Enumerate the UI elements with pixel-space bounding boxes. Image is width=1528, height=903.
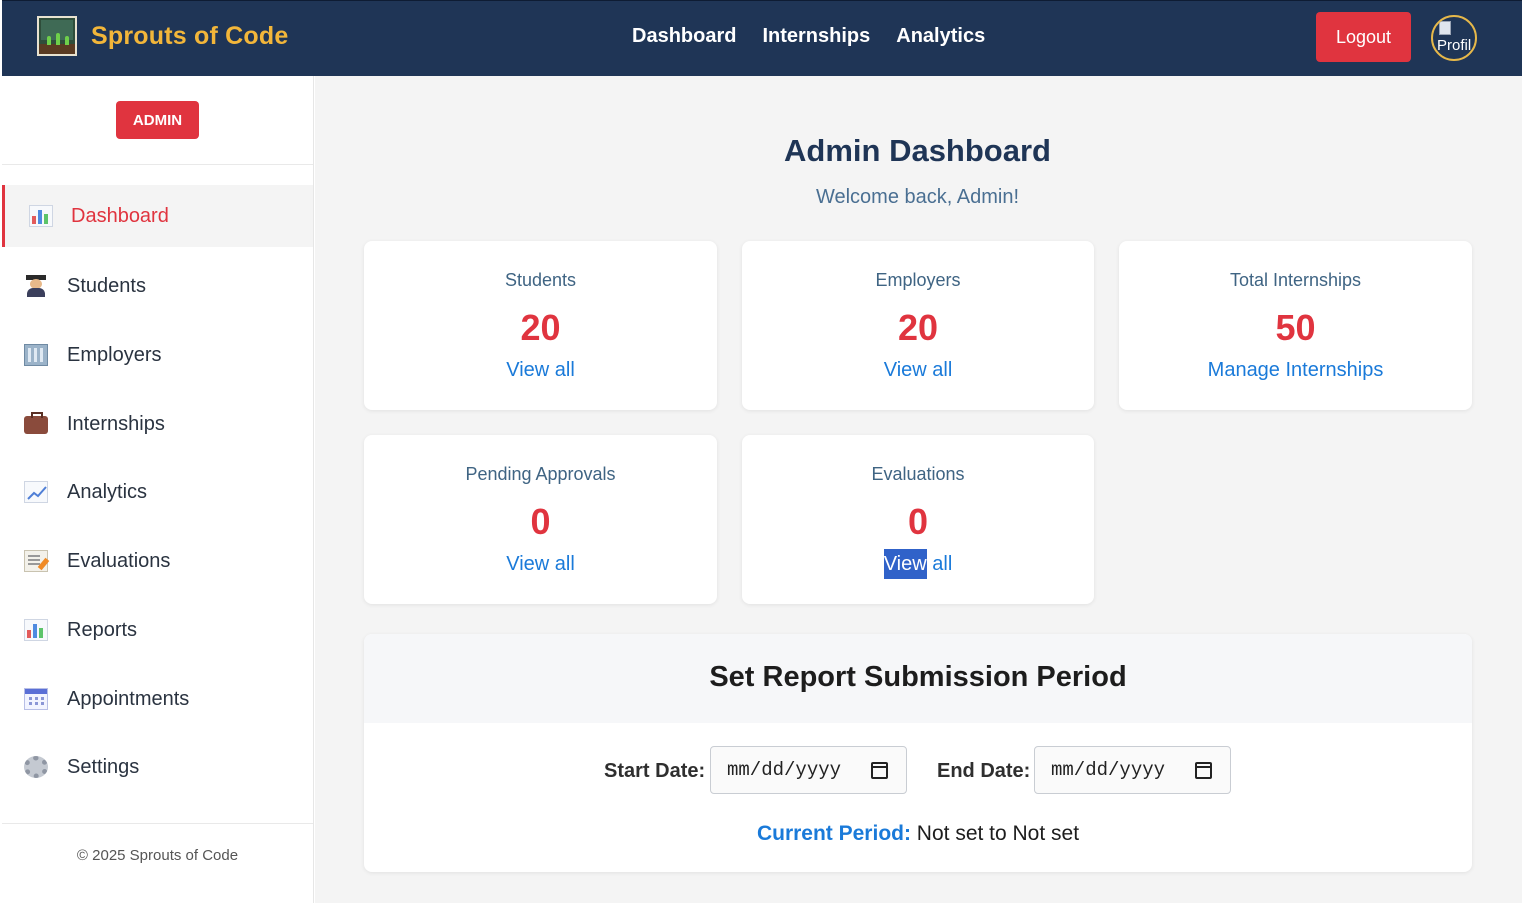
brand[interactable]: Sprouts of Code — [37, 16, 288, 56]
brand-name: Sprouts of Code — [91, 21, 289, 50]
sidebar-divider — [2, 164, 313, 165]
sidebar-item-label: Employers — [67, 343, 162, 366]
card-value: 0 — [530, 501, 551, 542]
stat-card-pending-approvals: Pending Approvals 0 View all — [364, 435, 717, 604]
calendar-picker-icon[interactable] — [871, 762, 888, 779]
building-icon — [24, 344, 48, 366]
card-title: Total Internships — [1229, 270, 1362, 290]
sidebar-item-reports[interactable]: Reports — [2, 599, 313, 661]
sidebar-item-label: Reports — [67, 618, 138, 641]
card-title: Pending Approvals — [465, 464, 616, 484]
sidebar-item-label: Analytics — [67, 480, 148, 503]
bar-chart-icon — [29, 205, 53, 227]
card-title: Employers — [875, 270, 961, 290]
nav-dashboard[interactable]: Dashboard — [632, 25, 736, 48]
current-period: Current Period: Not set to Not set — [364, 822, 1472, 846]
sidebar: ADMIN Dashboard Students Employers Inter… — [2, 76, 314, 903]
manage-internships-link[interactable]: Manage Internships — [1119, 359, 1472, 382]
sidebar-item-employers[interactable]: Employers — [2, 324, 313, 386]
view-all-evaluations-link[interactable]: View all — [742, 549, 1094, 579]
sidebar-item-analytics[interactable]: Analytics — [2, 461, 313, 523]
current-period-value: Not set to Not set — [910, 822, 1080, 845]
stat-card-students: Students 20 View all — [364, 241, 717, 410]
profile-alt-text: Profil — [1437, 37, 1472, 54]
welcome-message: Welcome back, Admin! — [815, 186, 1020, 208]
logout-button[interactable]: Logout — [1316, 12, 1411, 62]
card-value: 20 — [520, 307, 561, 348]
end-date-label: End Date: — [937, 760, 1031, 782]
card-value: 20 — [897, 307, 939, 348]
start-date-input[interactable]: mm/dd/yyyy — [710, 746, 907, 794]
nav-analytics[interactable]: Analytics — [896, 25, 985, 48]
sidebar-item-label: Evaluations — [67, 549, 171, 572]
sidebar-item-appointments[interactable]: Appointments — [2, 668, 313, 730]
date-placeholder: mm/dd/yyyy — [1051, 759, 1166, 781]
view-all-employers-link[interactable]: View all — [742, 359, 1094, 382]
sidebar-divider — [2, 823, 313, 824]
calendar-icon — [24, 688, 48, 710]
selected-text: View — [883, 549, 927, 579]
top-nav: Dashboard Internships Analytics — [632, 25, 985, 48]
sidebar-item-internships[interactable]: Internships — [2, 393, 313, 455]
view-all-students-link[interactable]: View all — [364, 359, 717, 382]
date-placeholder: mm/dd/yyyy — [727, 759, 842, 781]
stat-card-internships: Total Internships 50 Manage Internships — [1119, 241, 1472, 410]
gear-icon — [24, 756, 48, 778]
card-title: Students — [504, 270, 577, 290]
card-value: 0 — [907, 501, 929, 542]
stat-card-evaluations: Evaluations 0 View all — [742, 435, 1094, 604]
bar-chart-icon — [24, 619, 48, 641]
top-navbar: Sprouts of Code Dashboard Internships An… — [2, 0, 1522, 76]
sidebar-item-label: Students — [67, 274, 146, 297]
start-date-label: Start Date: — [604, 760, 706, 782]
stat-card-employers: Employers 20 View all — [742, 241, 1094, 410]
sidebar-item-dashboard[interactable]: Dashboard — [2, 185, 313, 247]
briefcase-icon — [24, 412, 48, 434]
current-period-label: Current Period: — [756, 822, 911, 845]
sidebar-item-label: Internships — [67, 412, 165, 435]
sidebar-item-settings[interactable]: Settings — [2, 736, 313, 798]
link-text: all — [926, 553, 953, 575]
view-all-approvals-link[interactable]: View all — [364, 553, 717, 576]
broken-image-icon — [1439, 21, 1451, 35]
calendar-picker-icon[interactable] — [1195, 762, 1212, 779]
card-value: 50 — [1275, 307, 1316, 348]
page-title: Admin Dashboard — [784, 133, 1051, 168]
logo-icon — [37, 16, 77, 56]
report-period-panel: Set Report Submission Period Start Date:… — [364, 634, 1472, 872]
report-panel-title: Set Report Submission Period — [709, 661, 1127, 693]
sidebar-item-evaluations[interactable]: Evaluations — [2, 530, 313, 592]
sidebar-item-students[interactable]: Students — [2, 255, 313, 317]
sidebar-item-label: Appointments — [67, 687, 190, 710]
end-date-input[interactable]: mm/dd/yyyy — [1034, 746, 1231, 794]
graduate-icon — [24, 275, 48, 297]
sidebar-item-label: Settings — [67, 755, 140, 778]
profile-avatar[interactable]: Profil — [1431, 15, 1477, 61]
card-title: Evaluations — [871, 464, 965, 484]
main-content: Admin Dashboard Welcome back, Admin! Stu… — [315, 76, 1522, 903]
role-badge: ADMIN — [116, 101, 199, 139]
nav-internships[interactable]: Internships — [762, 25, 870, 48]
sidebar-item-label: Dashboard — [71, 204, 169, 227]
line-chart-icon — [24, 481, 48, 503]
copyright-footer: © 2025 Sprouts of Code — [76, 847, 239, 864]
report-panel-header: Set Report Submission Period — [364, 634, 1472, 723]
memo-icon — [24, 550, 48, 572]
